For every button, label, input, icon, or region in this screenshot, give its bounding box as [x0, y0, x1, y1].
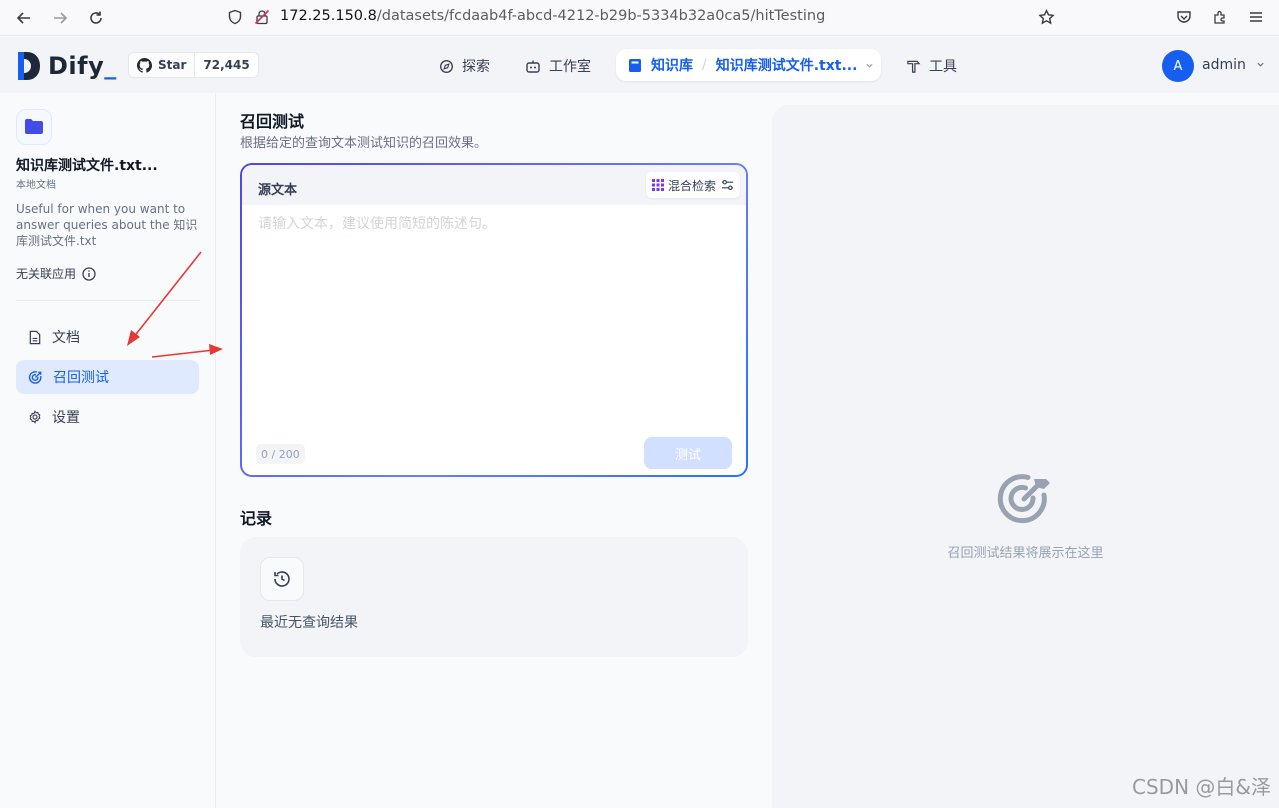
nav-explore[interactable]: 探索 — [439, 51, 490, 81]
sidebar-item-label: 设置 — [52, 410, 80, 426]
app-header: Dify_ Star 72,445 探索 工作室 知识库 / 知识库测试文件.t… — [0, 37, 1279, 93]
nav-studio-label: 工作室 — [549, 59, 591, 75]
avatar[interactable]: A — [1162, 50, 1194, 82]
compass-icon — [439, 59, 454, 74]
char-counter: 0 / 200 — [256, 444, 305, 464]
dataset-description: Useful for when you want to answer queri… — [16, 202, 198, 248]
github-icon — [137, 57, 152, 73]
url-path: /datasets/fcdaab4f-abcd-4212-b29b-5334b3… — [376, 8, 826, 24]
gear-icon — [28, 410, 42, 424]
back-icon[interactable] — [13, 7, 35, 29]
page-subtitle: 根据给定的查询文本测试知识的召回效果。 — [240, 136, 488, 151]
dify-logo[interactable]: Dify_ — [16, 51, 117, 81]
chevron-down-icon[interactable] — [865, 61, 874, 70]
result-panel: 召回测试结果将展示在这里 — [772, 105, 1279, 808]
history-clock-icon — [260, 557, 304, 601]
extensions-icon[interactable] — [1211, 8, 1229, 26]
result-empty-text: 召回测试结果将展示在这里 — [947, 546, 1104, 561]
document-icon — [28, 330, 42, 345]
pocket-icon[interactable] — [1175, 8, 1193, 26]
sidebar-item-settings[interactable]: 设置 — [16, 400, 199, 434]
dataset-type: 本地文档 — [16, 180, 56, 191]
sidebar-item-label: 文档 — [52, 330, 80, 346]
records-empty-text: 最近无查询结果 — [260, 615, 358, 631]
grid-icon — [651, 179, 664, 191]
insecure-lock-icon[interactable] — [253, 8, 271, 26]
hammer-icon — [906, 59, 921, 74]
target-icon — [28, 370, 43, 385]
related-apps-status: 无关联应用 — [16, 265, 96, 282]
watermark: CSDN @白&泽 — [1132, 775, 1271, 799]
github-star-label: Star — [158, 58, 187, 72]
dify-logo-mark — [18, 52, 40, 80]
robot-icon — [525, 59, 541, 74]
dataset-sidebar: 知识库测试文件.txt... 本地文档 Useful for when you … — [0, 93, 216, 808]
query-source-label: 源文本 — [258, 183, 298, 198]
sidebar-item-hit-testing[interactable]: 召回测试 — [16, 360, 199, 394]
target-large-icon — [996, 471, 1052, 531]
retrieval-mode-label: 混合检索 — [667, 178, 716, 193]
github-star-badge[interactable]: Star 72,445 — [128, 52, 259, 78]
sidebar-item-documents[interactable]: 文档 — [16, 320, 199, 354]
page-title: 召回测试 — [240, 112, 305, 131]
github-star-count: 72,445 — [203, 58, 250, 72]
address-bar[interactable]: 172.25.150.8/datasets/fcdaab4f-abcd-4212… — [280, 8, 825, 24]
nav-explore-label: 探索 — [462, 59, 490, 75]
user-menu[interactable]: admin — [1202, 57, 1265, 73]
forward-icon[interactable] — [49, 7, 71, 29]
avatar-initial: A — [1173, 58, 1183, 74]
nav-knowledge-label: 知识库 — [651, 58, 693, 74]
breadcrumb-separator: / — [702, 57, 707, 73]
browser-toolbar: 172.25.150.8/datasets/fcdaab4f-abcd-4212… — [0, 0, 1279, 36]
nav-current-dataset[interactable]: 知识库测试文件.txt... — [716, 55, 858, 75]
dataset-name: 知识库测试文件.txt... — [16, 158, 158, 174]
book-icon — [628, 58, 642, 73]
query-box-header: 源文本 混合检索 — [242, 165, 746, 205]
reload-icon[interactable] — [85, 7, 107, 29]
nav-knowledge[interactable]: 知识库 / 知识库测试文件.txt... — [616, 49, 881, 81]
nav-tools[interactable]: 工具 — [906, 51, 957, 81]
nav-studio[interactable]: 工作室 — [525, 51, 591, 81]
related-apps-label: 无关联应用 — [16, 267, 77, 281]
bookmark-star-icon[interactable] — [1037, 8, 1055, 26]
records-empty-card: 最近无查询结果 — [240, 537, 748, 657]
logo-suffix: _ — [104, 52, 117, 80]
menu-icon[interactable] — [1247, 8, 1265, 26]
sidebar-divider — [16, 300, 200, 301]
logo-text: Dify — [48, 52, 105, 80]
records-title: 记录 — [240, 509, 273, 528]
char-count: 0 — [261, 447, 268, 461]
query-input[interactable] — [258, 213, 728, 433]
query-box: 源文本 混合检索 0 / 200 测试 — [240, 163, 748, 477]
char-limit: / 200 — [271, 447, 300, 461]
info-icon[interactable] — [82, 266, 96, 281]
url-host: 172.25.150.8 — [280, 8, 377, 24]
retrieval-mode-button[interactable]: 混合检索 — [645, 172, 740, 198]
shield-icon[interactable] — [226, 8, 244, 26]
nav-tools-label: 工具 — [929, 59, 957, 75]
sidebar-item-label: 召回测试 — [53, 370, 109, 386]
user-name: admin — [1202, 57, 1246, 73]
sliders-icon — [721, 179, 734, 191]
test-button[interactable]: 测试 — [644, 437, 732, 469]
folder-icon — [16, 109, 52, 145]
user-chevron-icon — [1256, 57, 1265, 73]
